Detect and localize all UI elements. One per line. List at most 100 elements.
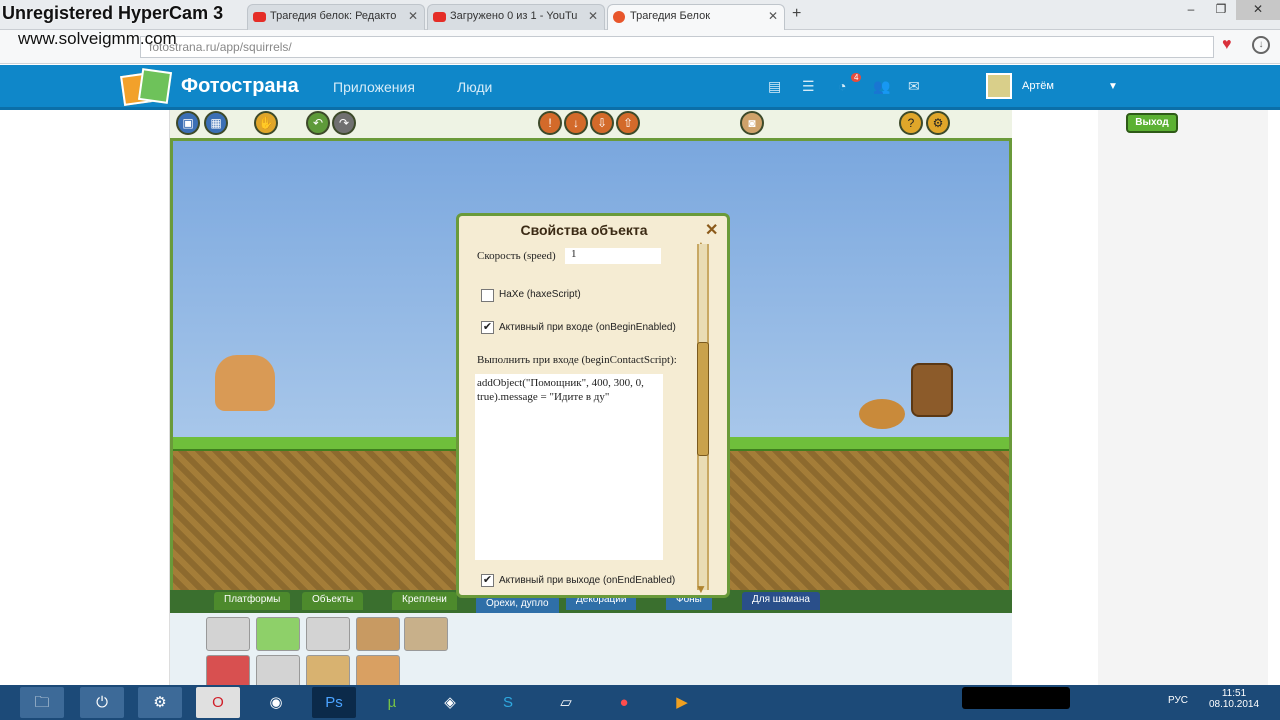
minimize-button[interactable]: – — [1176, 0, 1206, 20]
mail-icon[interactable]: ✉ — [908, 79, 924, 93]
youtube-icon — [253, 12, 266, 22]
acorn-item[interactable] — [306, 655, 350, 689]
heart-icon[interactable]: ♥ — [1222, 36, 1232, 54]
camera-icon[interactable]: ◙ — [740, 111, 764, 135]
opera-icon[interactable]: O — [196, 687, 240, 718]
warning-icon[interactable]: ! — [538, 111, 562, 135]
tab-shaman[interactable]: Для шамана — [742, 592, 820, 610]
address-input[interactable]: fotostrana.ru/app/squirrels/ — [140, 36, 1214, 58]
record-icon[interactable]: ● — [602, 687, 646, 718]
nav-people[interactable]: Люди — [457, 79, 492, 95]
tab-label: Загружено 0 из 1 - YouTu — [450, 10, 578, 22]
clock-date: 08.10.2014 — [1208, 699, 1260, 710]
hand-icon[interactable]: ✋ — [254, 111, 278, 135]
dialog-scrollbar[interactable] — [697, 244, 709, 590]
nav-apps[interactable]: Приложения — [333, 79, 415, 95]
notifications-icon[interactable]: ◔ — [838, 79, 854, 93]
help-icon[interactable]: ? — [899, 111, 923, 135]
windows-taskbar: 🗀 ⏻ ⚙ O ◉ Ps µ ◈ S ▱ ● ▶ РУС 11:51 08.10… — [0, 685, 1280, 720]
download-icon[interactable]: ↓ — [564, 111, 588, 135]
paper-icon[interactable]: ▱ — [544, 687, 588, 718]
haxe-label: HaXe (haxeScript) — [499, 289, 581, 300]
scrollbar-thumb[interactable] — [697, 342, 709, 456]
restore-button[interactable]: ❐ — [1206, 0, 1236, 20]
chevron-down-icon[interactable]: ▼ — [1108, 81, 1118, 92]
list-icon[interactable]: ☰ — [802, 79, 818, 93]
power-icon[interactable]: ⏻ — [80, 687, 124, 718]
object-palette — [170, 613, 1012, 689]
save-icon[interactable]: ⇩ — [590, 111, 614, 135]
red-plate-item[interactable] — [206, 655, 250, 689]
utorrent-icon[interactable]: µ — [370, 687, 414, 718]
layer-icon[interactable]: ▣ — [176, 111, 200, 135]
download-icon[interactable]: ↓ — [1252, 36, 1270, 54]
brand-name[interactable]: Фотострана — [181, 75, 299, 98]
recorder-controls[interactable] — [962, 687, 1070, 709]
tab-youtube-upload[interactable]: Загружено 0 из 1 - YouTu ✕ — [427, 4, 605, 30]
undo-icon[interactable]: ↶ — [306, 111, 330, 135]
hollow-object[interactable] — [911, 363, 953, 417]
fotostrana-logo[interactable] — [120, 68, 174, 106]
right-margin — [1098, 110, 1268, 685]
site-header: Фотострана Приложения Люди ▤ ☰ ◔ 4 👥 ✉ А… — [0, 65, 1280, 110]
tab-objects[interactable]: Объекты — [302, 592, 364, 610]
close-icon[interactable]: ✕ — [588, 9, 598, 23]
tab-nuts[interactable]: Орехи, дупло — [476, 596, 559, 614]
game-launcher-icon[interactable]: ◈ — [428, 687, 472, 718]
tab-label: Трагедия белок: Редакто — [270, 10, 397, 22]
squirrel-item[interactable] — [356, 655, 400, 689]
tab-tragedy-squirrels[interactable]: Трагедия Белок ✕ — [607, 4, 785, 30]
explorer-icon[interactable]: 🗀 — [20, 687, 64, 718]
speed-input[interactable]: 1 — [565, 248, 661, 264]
map-icon[interactable]: ▦ — [204, 111, 228, 135]
upload-icon[interactable]: ⇧ — [616, 111, 640, 135]
photoshop-icon[interactable]: Ps — [312, 687, 356, 718]
timer-item[interactable] — [256, 617, 300, 651]
feed-icon[interactable]: ▤ — [768, 79, 784, 93]
chrome-icon[interactable]: ◉ — [254, 687, 298, 718]
on-end-checkbox[interactable]: ✔ — [481, 574, 494, 587]
begin-script-textarea[interactable]: addObject("Помощник", 400, 300, 0, true)… — [475, 374, 663, 560]
avatar[interactable] — [986, 73, 1012, 99]
tab-youtube-editor[interactable]: Трагедия белок: Редакто ✕ — [247, 4, 425, 30]
on-begin-checkbox[interactable]: ✔ — [481, 321, 494, 334]
dialog-title: Свойства объекта — [520, 222, 648, 238]
acorns-object[interactable] — [859, 399, 905, 429]
red-button-item[interactable] — [206, 617, 250, 651]
user-name[interactable]: Артём — [1022, 80, 1054, 92]
youtube-icon — [433, 12, 446, 22]
haxe-checkbox[interactable] — [481, 289, 494, 302]
on-begin-label: Активный при входе (onBeginEnabled) — [499, 322, 676, 333]
tab-platforms[interactable]: Платформы — [214, 592, 291, 610]
notification-badge: 4 — [851, 73, 862, 82]
clock-time: 11:51 — [1221, 688, 1247, 699]
hollow-item[interactable] — [356, 617, 400, 651]
close-icon[interactable]: ✕ — [768, 9, 778, 23]
shaman-item[interactable] — [404, 617, 448, 651]
friends-icon[interactable]: 👥 — [873, 79, 890, 93]
left-margin — [0, 110, 170, 685]
exit-button[interactable]: Выход — [1126, 113, 1178, 133]
speed-label: Скорость (speed) — [477, 250, 556, 262]
tab-label: Трагедия Белок — [630, 10, 711, 22]
settings-app-icon[interactable]: ⚙ — [138, 687, 182, 718]
window-controls: – ❐ ✕ — [1176, 0, 1280, 22]
language-indicator[interactable]: РУС — [1168, 695, 1188, 706]
scroll-down-icon[interactable]: ▼ — [695, 582, 707, 596]
gray-block-item[interactable] — [256, 655, 300, 689]
clock[interactable]: 11:51 08.10.2014 — [1206, 688, 1262, 710]
object-properties-dialog: Свойства объекта ✕ Скорость (speed) 1 Ha… — [456, 213, 730, 598]
video-player-icon[interactable]: ▶ — [660, 687, 704, 718]
on-end-label: Активный при выходе (onEndEnabled) — [499, 575, 676, 586]
tab-mounts[interactable]: Креплени — [392, 592, 457, 610]
close-icon[interactable]: ✕ — [408, 9, 418, 23]
redo-icon[interactable]: ↷ — [332, 111, 356, 135]
new-tab-button[interactable]: + — [792, 5, 801, 23]
close-icon[interactable]: ✕ — [705, 220, 718, 240]
skype-icon[interactable]: S — [486, 687, 530, 718]
squirrel-group[interactable] — [215, 355, 275, 411]
begin-script-label: Выполнить при входе (beginContactScript)… — [477, 354, 677, 366]
circle-item[interactable] — [306, 617, 350, 651]
close-window-button[interactable]: ✕ — [1236, 0, 1280, 20]
gear-icon[interactable]: ⚙ — [926, 111, 950, 135]
